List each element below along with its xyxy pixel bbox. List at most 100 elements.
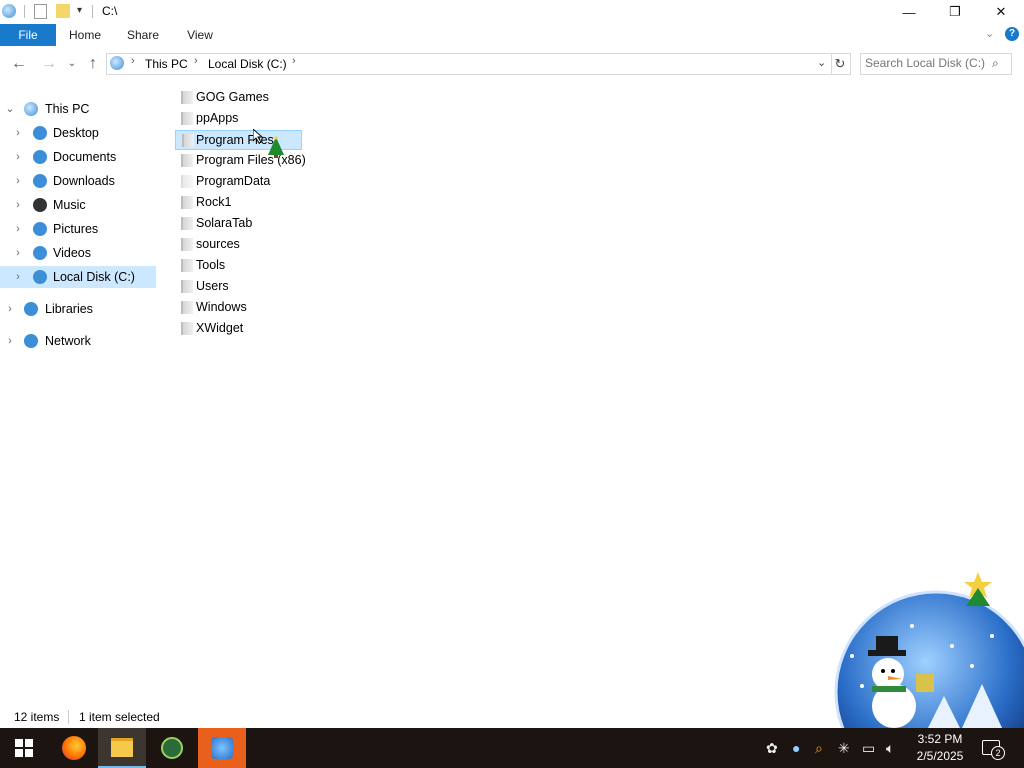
- volume-muted-icon[interactable]: 🔈︎: [886, 740, 894, 757]
- nav-label: Videos: [53, 246, 91, 260]
- nav-videos[interactable]: › Videos: [0, 242, 156, 264]
- file-name: ppApps: [196, 111, 239, 125]
- nav-local-disk[interactable]: › Local Disk (C:): [0, 266, 156, 288]
- nav-downloads[interactable]: › Downloads: [0, 170, 156, 192]
- notification-button[interactable]: 2: [980, 738, 1005, 760]
- forward-button[interactable]: →: [40, 54, 58, 74]
- tab-file[interactable]: File: [0, 24, 56, 46]
- refresh-button[interactable]: ↻: [830, 53, 851, 75]
- chevron-right-icon: ›: [194, 55, 198, 67]
- tray-app-icon[interactable]: ✿: [766, 740, 778, 757]
- notification-badge: 2: [991, 746, 1005, 760]
- taskbar-firefox[interactable]: [50, 728, 98, 768]
- folder-icon: [181, 280, 193, 293]
- chevron-right-icon[interactable]: ›: [12, 170, 24, 192]
- search-box[interactable]: ⌕: [860, 53, 1012, 75]
- nav-pictures[interactable]: › Pictures: [0, 218, 156, 240]
- explorer-icon[interactable]: [2, 4, 16, 18]
- file-item[interactable]: Tools: [175, 255, 302, 275]
- breadcrumb-this-pc[interactable]: This PC: [145, 57, 188, 71]
- nav-libraries[interactable]: › Libraries: [0, 298, 156, 320]
- downloads-icon: [33, 174, 47, 188]
- tab-home[interactable]: Home: [62, 24, 108, 46]
- tab-view[interactable]: View: [178, 24, 222, 46]
- file-item[interactable]: XWidget: [175, 318, 302, 338]
- chevron-right-icon[interactable]: ›: [12, 266, 24, 288]
- taskbar-file-explorer[interactable]: [98, 728, 146, 768]
- chevron-down-icon[interactable]: ⌄: [817, 56, 826, 69]
- christmas-tree-cursor-icon: [268, 136, 284, 158]
- help-icon[interactable]: ?: [1005, 27, 1019, 41]
- customize-toolbar-icon[interactable]: ▾: [77, 5, 82, 16]
- chevron-right-icon[interactable]: ›: [4, 330, 16, 352]
- file-item[interactable]: Users: [175, 276, 302, 296]
- nav-documents[interactable]: › Documents: [0, 146, 156, 168]
- chevron-right-icon[interactable]: ›: [4, 298, 16, 320]
- disk-icon: [33, 270, 47, 284]
- folder-icon: [182, 134, 194, 147]
- chevron-right-icon[interactable]: ›: [12, 218, 24, 240]
- music-icon: [33, 198, 47, 212]
- taskbar-desktop-widget[interactable]: [198, 728, 246, 768]
- this-pc-icon: [24, 102, 38, 116]
- file-item[interactable]: Rock1: [175, 192, 302, 212]
- file-item[interactable]: ProgramData: [175, 171, 302, 191]
- window-title: C:\: [102, 4, 118, 18]
- address-bar[interactable]: › This PC › Local Disk (C:) › ⌄: [106, 53, 832, 75]
- folder-icon: [181, 238, 193, 251]
- clock-time: 3:52 PM: [917, 732, 963, 746]
- folder-icon: [181, 301, 193, 314]
- nav-music[interactable]: › Music: [0, 194, 156, 216]
- breadcrumb-local-disk[interactable]: Local Disk (C:): [208, 57, 287, 71]
- taskbar-gaming-app[interactable]: [148, 728, 196, 768]
- folder-icon: [181, 154, 193, 167]
- divider: [92, 5, 93, 18]
- file-item[interactable]: sources: [175, 234, 302, 254]
- clock[interactable]: 3:52 PM 2/5/2025: [912, 731, 968, 765]
- start-button[interactable]: [0, 728, 48, 768]
- nav-label: Local Disk (C:): [53, 270, 135, 284]
- nav-label: Documents: [53, 150, 117, 164]
- close-button[interactable]: ✕: [978, 0, 1024, 24]
- nav-label: Desktop: [53, 126, 99, 140]
- file-name: Rock1: [196, 195, 232, 209]
- network-status-icon[interactable]: ▭: [862, 740, 875, 757]
- pictures-icon: [33, 222, 47, 236]
- tab-share[interactable]: Share: [120, 24, 166, 46]
- up-button[interactable]: ↑: [84, 54, 102, 74]
- nav-label: Network: [45, 334, 91, 348]
- search-icon[interactable]: ⌕: [992, 56, 999, 71]
- tray-search-icon[interactable]: ⌕: [815, 740, 823, 757]
- libraries-icon: [24, 302, 38, 316]
- snow-globe-widget[interactable]: [832, 566, 1024, 728]
- chevron-down-icon[interactable]: ⌄: [4, 98, 16, 120]
- file-item[interactable]: SolaraTab: [175, 213, 302, 233]
- expand-ribbon-icon[interactable]: ⌄: [985, 27, 994, 40]
- tray-snow-icon[interactable]: ✳: [838, 740, 850, 757]
- minimize-button[interactable]: —: [886, 0, 932, 24]
- recent-locations-icon[interactable]: ⌄: [63, 54, 81, 74]
- chevron-right-icon[interactable]: ›: [12, 242, 24, 264]
- file-item[interactable]: Windows: [175, 297, 302, 317]
- chevron-right-icon: ›: [292, 55, 296, 67]
- file-name: Program Files (x86): [196, 153, 306, 167]
- back-button[interactable]: ←: [10, 54, 28, 74]
- divider: [68, 710, 69, 724]
- nav-label: Libraries: [45, 302, 93, 316]
- chevron-right-icon[interactable]: ›: [12, 194, 24, 216]
- this-pc-icon: [110, 56, 124, 70]
- nav-desktop[interactable]: › Desktop: [0, 122, 156, 144]
- folder-icon: [181, 196, 193, 209]
- file-item[interactable]: ppApps: [175, 108, 302, 128]
- chevron-right-icon[interactable]: ›: [12, 146, 24, 168]
- search-input[interactable]: [865, 55, 985, 71]
- nav-this-pc[interactable]: ⌄ This PC: [0, 98, 156, 120]
- maximize-button[interactable]: ❐: [932, 0, 978, 24]
- nav-label: Pictures: [53, 222, 99, 236]
- chevron-right-icon[interactable]: ›: [12, 122, 24, 144]
- nav-network[interactable]: › Network: [0, 330, 156, 352]
- file-item[interactable]: GOG Games: [175, 87, 302, 107]
- new-folder-icon[interactable]: [56, 4, 70, 18]
- tray-drop-icon[interactable]: ●: [792, 740, 800, 756]
- properties-icon[interactable]: [34, 4, 47, 19]
